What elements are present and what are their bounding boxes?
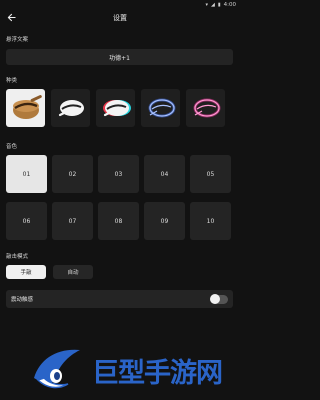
wooden-fish-white-icon [58, 100, 84, 117]
mode-label: 敲击模式 [6, 254, 29, 260]
sound-option-01[interactable]: 01 [6, 155, 47, 193]
page-title: 设置 [113, 13, 127, 22]
sound-option-09[interactable]: 09 [144, 202, 185, 240]
species-label: 种类 [6, 78, 18, 84]
species-item-white[interactable] [51, 89, 90, 127]
float-text-label: 悬浮文案 [6, 37, 29, 43]
wooden-fish-pink-neon-icon [193, 98, 220, 118]
mode-options: 手敲 自动 [6, 265, 93, 279]
wooden-fish-blue-neon-icon [148, 98, 175, 118]
sound-option-02[interactable]: 02 [52, 155, 93, 193]
haptic-row: 震动触感 [6, 290, 233, 308]
battery-icon: ▮ [217, 2, 221, 8]
haptic-label: 震动触感 [11, 297, 34, 303]
sound-option-10[interactable]: 10 [190, 202, 231, 240]
species-item-blue-neon[interactable] [141, 89, 180, 127]
toggle-knob [210, 294, 220, 304]
back-arrow-icon [7, 13, 16, 21]
species-item-original[interactable] [6, 89, 45, 127]
wifi-icon: ▾ [205, 2, 209, 8]
status-bar: ▾ ◢ ▮ 4:00 [0, 0, 240, 10]
status-time: 4:00 [223, 2, 236, 8]
brand-watermark: 巨型手游网 [0, 334, 240, 400]
settings-screen: ▾ ◢ ▮ 4:00 设置 悬浮文案 功德+1 种类 音色 01 02 03 0… [0, 0, 240, 400]
sound-option-04[interactable]: 04 [144, 155, 185, 193]
sound-grid: 01 02 03 04 05 06 07 08 09 10 [6, 155, 231, 240]
sound-option-05[interactable]: 05 [190, 155, 231, 193]
sound-option-08[interactable]: 08 [98, 202, 139, 240]
sound-label: 音色 [6, 144, 18, 150]
signal-icon: ◢ [211, 2, 215, 8]
species-item-pink-neon[interactable] [186, 89, 225, 127]
brand-logo-icon [34, 349, 80, 389]
mode-auto-button[interactable]: 自动 [53, 265, 93, 279]
sound-option-03[interactable]: 03 [98, 155, 139, 193]
back-button[interactable] [5, 11, 17, 23]
app-bar: 设置 [0, 10, 240, 25]
wooden-fish-icon [12, 95, 42, 119]
mode-manual-button[interactable]: 手敲 [6, 265, 46, 279]
brand-name: 巨型手游网 [92, 358, 223, 389]
haptic-toggle[interactable] [210, 294, 228, 304]
species-item-glitch[interactable] [96, 89, 135, 127]
species-list [6, 89, 225, 127]
sound-option-06[interactable]: 06 [6, 202, 47, 240]
float-text-input[interactable]: 功德+1 [6, 49, 233, 65]
sound-option-07[interactable]: 07 [52, 202, 93, 240]
wooden-fish-glitch-icon [102, 100, 131, 117]
